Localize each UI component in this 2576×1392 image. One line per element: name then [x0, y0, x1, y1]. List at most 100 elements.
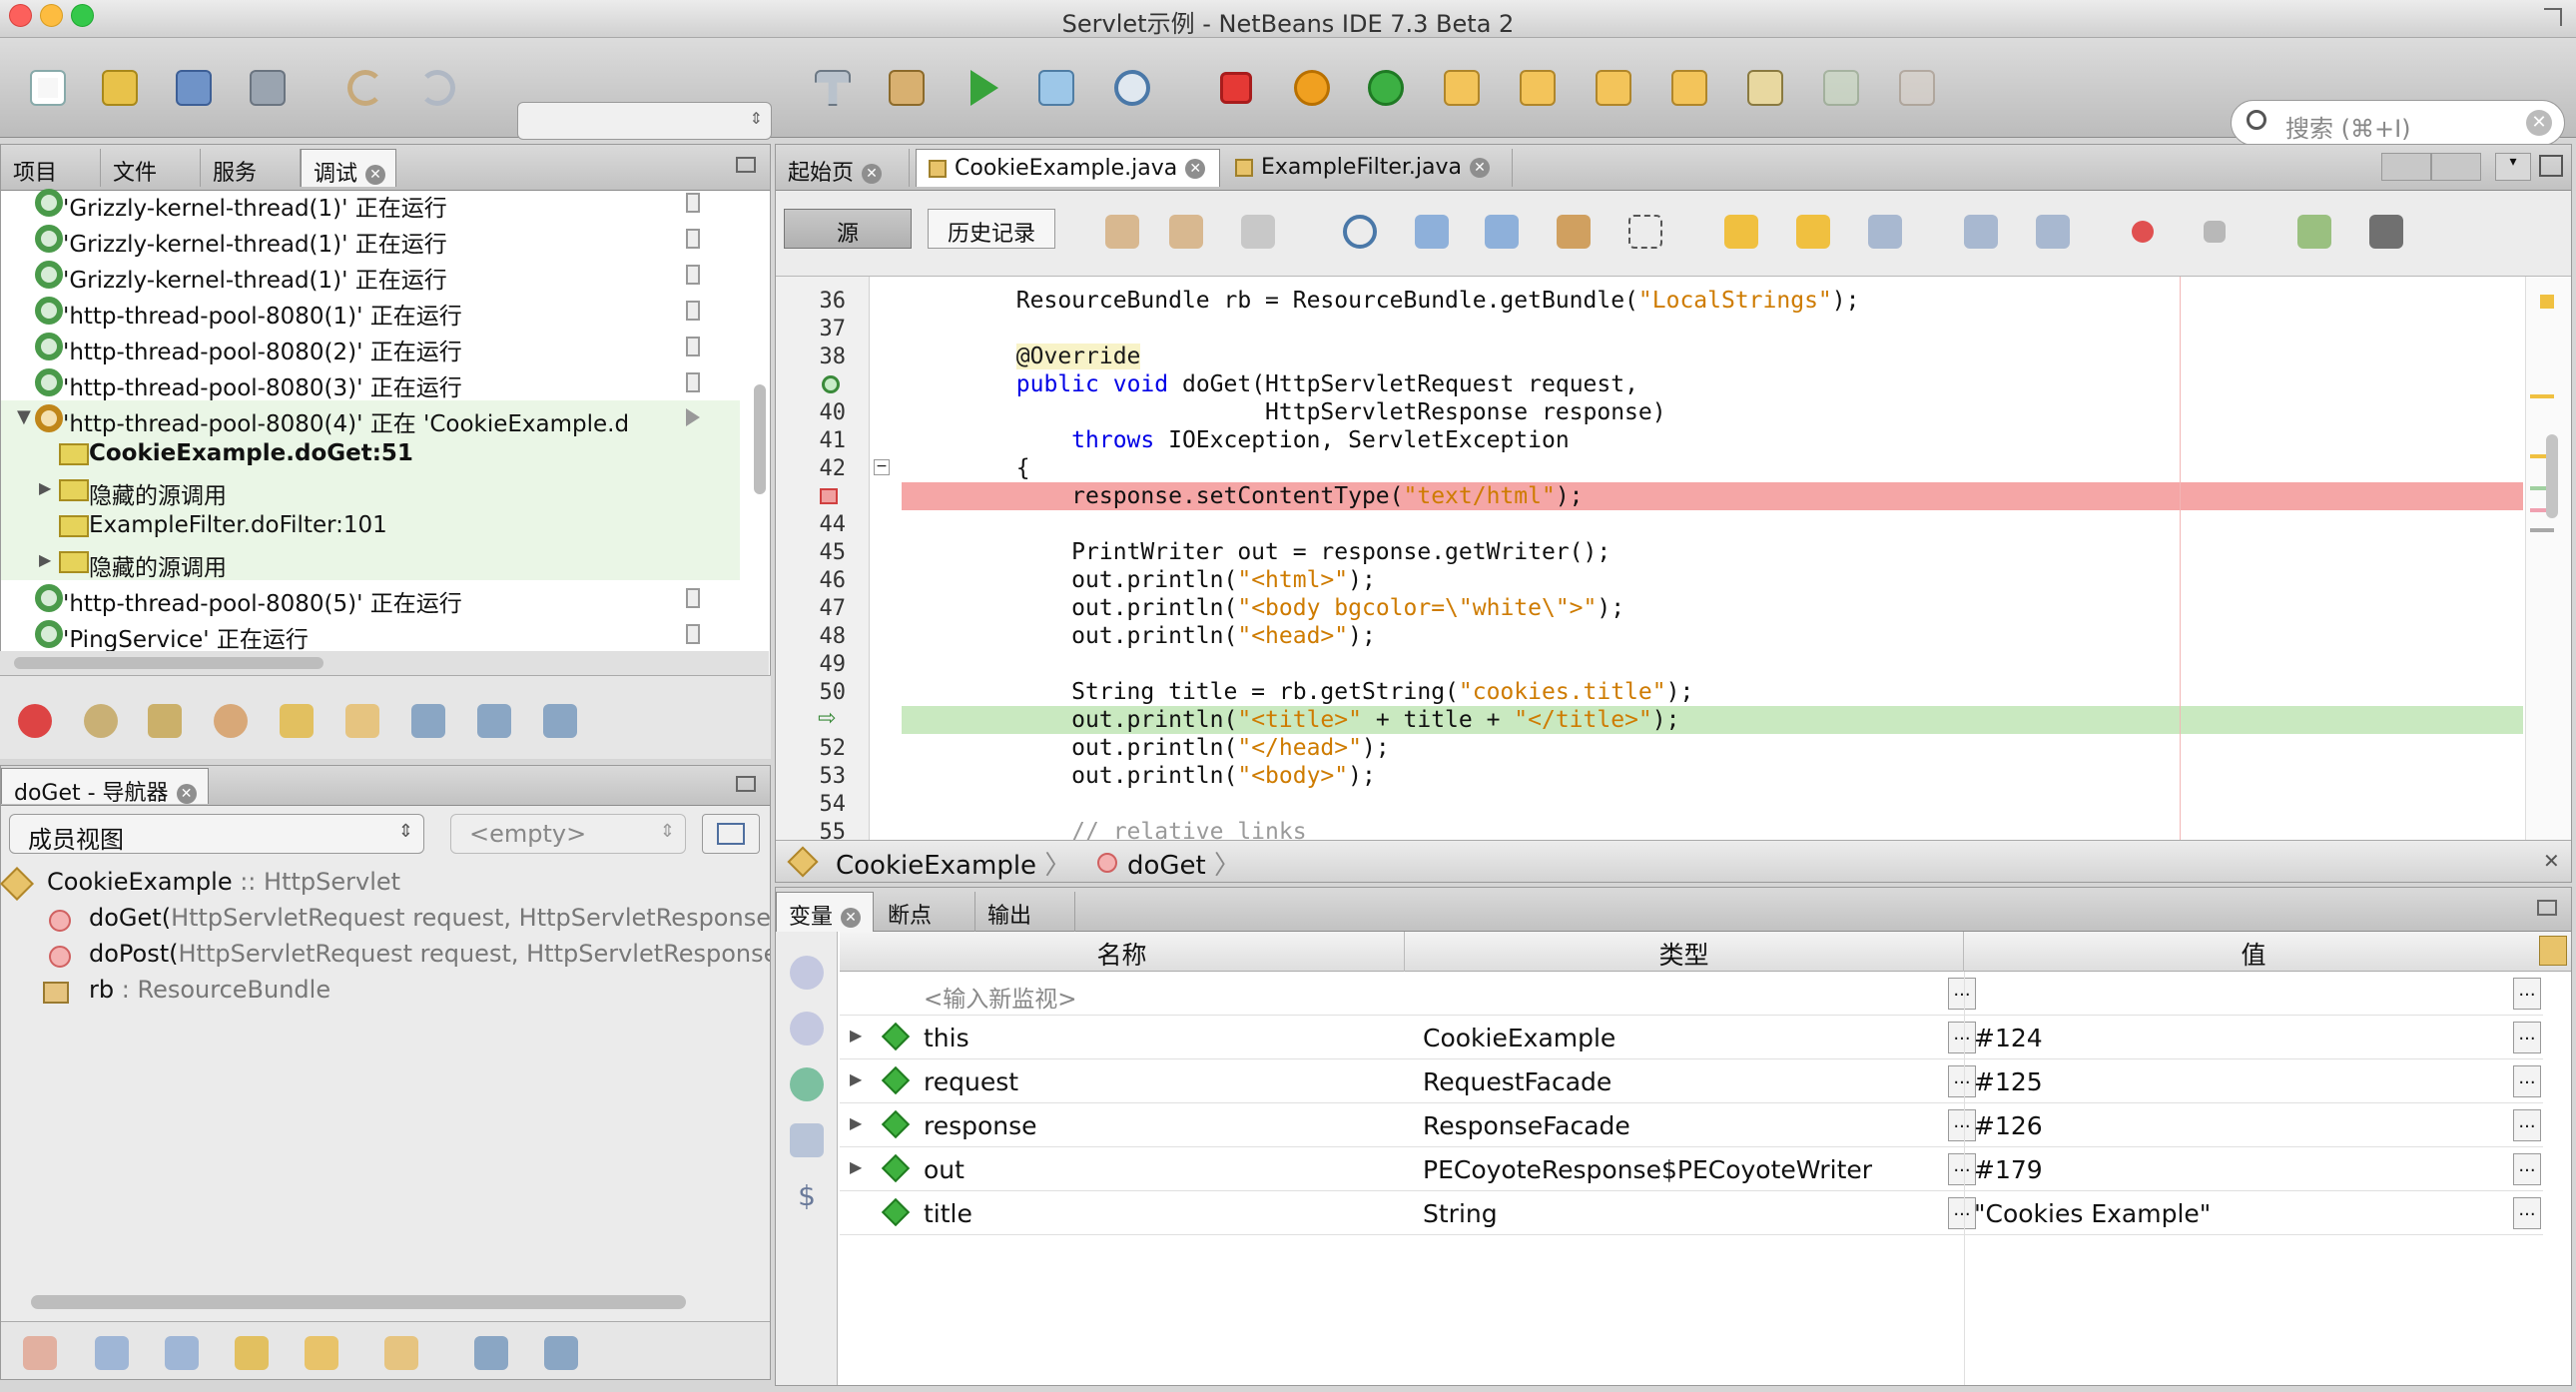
take-snapshot-button[interactable]	[1889, 60, 1945, 116]
uncomment-icon[interactable]	[2369, 215, 2403, 249]
scroll-tabs-left-icon[interactable]	[2381, 153, 2431, 181]
minimize-panel-icon[interactable]	[2537, 900, 2557, 916]
expand-arrow-icon[interactable]: ▶	[850, 1157, 862, 1176]
thread-row[interactable]: 'http-thread-pool-8080(5)' 正在运行	[1, 580, 740, 617]
search-field[interactable]: 搜索 (⌘+I)	[2231, 100, 2565, 146]
threads-icon[interactable]	[84, 704, 118, 738]
code-line[interactable]: 40 HttpServletResponse response)	[776, 398, 2523, 426]
lock-icon[interactable]	[280, 704, 314, 738]
shift-right-icon[interactable]	[2036, 215, 2070, 249]
tab-cookieexample-java[interactable]: CookieExample.java ✕	[916, 149, 1220, 187]
thread-row[interactable]: ExampleFilter.doFilter:101	[1, 508, 740, 544]
undo-button[interactable]	[337, 60, 393, 116]
configuration-combo[interactable]: ⇕	[517, 102, 772, 140]
new-project-button[interactable]	[92, 60, 148, 116]
value-detail-button[interactable]: ...	[2513, 1022, 2541, 1053]
class-node[interactable]: CookieExample :: HttpServlet	[47, 868, 400, 896]
expand-arrow-icon[interactable]: ▶	[850, 1113, 862, 1132]
close-tab-icon[interactable]: ✕	[176, 784, 197, 804]
variable-value[interactable]: "Cookies Example"	[1974, 1199, 2211, 1228]
show-system-threads-icon[interactable]	[543, 704, 577, 738]
profile-button[interactable]	[1104, 60, 1160, 116]
expand-arrow-icon[interactable]: ▶	[850, 1069, 862, 1088]
code-line[interactable]: 46 out.println("<html>");	[776, 566, 2523, 594]
thread-row[interactable]: ▶ 隐藏的源调用	[1, 544, 740, 581]
code-line[interactable]: 47 out.println("<body bgcolor=\"white\">…	[776, 594, 2523, 622]
thread-row[interactable]: CookieExample.doGet:51	[1, 436, 740, 472]
edit-value-button[interactable]: ...	[2513, 978, 2541, 1010]
code-line[interactable]: 42 − {	[776, 454, 2523, 482]
code-line[interactable]: 38 @Override	[776, 343, 2523, 370]
resume-thread-icon[interactable]	[18, 704, 52, 738]
member-doget[interactable]: doGet(HttpServletRequest request, HttpSe…	[89, 904, 770, 932]
type-detail-button[interactable]: ...	[1948, 1153, 1976, 1185]
show-inner-classes-icon[interactable]	[305, 1336, 338, 1370]
code-line[interactable]: response.setContentType("text/html");	[776, 482, 2523, 510]
thread-row[interactable]: 'http-thread-pool-8080(1)' 正在运行	[1, 293, 740, 330]
scroll-tabs-right-icon[interactable]	[2431, 153, 2481, 181]
show-static-icon[interactable]	[790, 1123, 824, 1157]
code-line[interactable]: public void doGet(HttpServletRequest req…	[776, 370, 2523, 398]
breadcrumb-method[interactable]: doGet 〉	[1127, 845, 1240, 882]
code-line[interactable]: 44	[776, 510, 2523, 538]
code-line[interactable]: 36 ResourceBundle rb = ResourceBundle.ge…	[776, 287, 2523, 315]
code-line[interactable]: 50 String title = rb.getString("cookies.…	[776, 678, 2523, 706]
variable-row[interactable]: ▶ request RequestFacade... #125...	[840, 1059, 2543, 1103]
show-nonpublic-icon[interactable]	[235, 1336, 269, 1370]
new-file-button[interactable]	[20, 60, 76, 116]
show-fields-icon[interactable]	[95, 1336, 129, 1370]
type-detail-button[interactable]: ...	[1948, 1109, 1976, 1141]
create-watch-icon[interactable]	[790, 956, 824, 990]
header-name[interactable]: 名称	[840, 932, 1405, 972]
redo-button[interactable]	[409, 60, 465, 116]
value-detail-button[interactable]: ...	[2513, 1109, 2541, 1141]
group-icon[interactable]	[477, 704, 511, 738]
value-detail-button[interactable]: ...	[2513, 1153, 2541, 1185]
code-line[interactable]: 52 out.println("</head>");	[776, 734, 2523, 762]
edit-watch-button[interactable]: ...	[1948, 978, 1976, 1010]
value-detail-button[interactable]: ...	[2513, 1065, 2541, 1097]
toggle-bookmark-icon[interactable]	[1868, 215, 1902, 249]
save-all-button[interactable]	[240, 60, 296, 116]
expand-all-icon[interactable]	[384, 1336, 418, 1370]
variable-row[interactable]: ▶ response ResponseFacade... #126...	[840, 1103, 2543, 1147]
rectangular-selection-icon[interactable]	[1628, 215, 1662, 249]
show-inherited-icon[interactable]	[23, 1336, 57, 1370]
thread-row[interactable]: ▼ 'http-thread-pool-8080(4)' 正在 'CookieEx…	[1, 400, 740, 437]
apply-code-changes-button[interactable]	[1813, 60, 1869, 116]
tab-breakpoints[interactable]: 断点	[876, 892, 975, 932]
code-area[interactable]: 36 ResourceBundle rb = ResourceBundle.ge…	[776, 277, 2571, 845]
member-rb[interactable]: rb : ResourceBundle	[89, 976, 330, 1004]
collapsed-arrow-icon[interactable]: ▶	[39, 478, 51, 497]
last-edit-icon[interactable]	[1105, 215, 1139, 249]
run-to-cursor-button[interactable]	[1737, 60, 1793, 116]
variable-row[interactable]: ▶ out PECoyoteResponse$PECoyoteWriter... #1…	[840, 1147, 2543, 1191]
run-button[interactable]	[957, 60, 1012, 116]
sort-icon[interactable]	[411, 704, 445, 738]
type-detail-button[interactable]: ...	[1948, 1022, 1976, 1053]
comment-icon[interactable]	[2297, 215, 2331, 249]
horizontal-scrollbar[interactable]	[31, 1295, 686, 1309]
tab-debugging[interactable]: 调试 ✕	[301, 149, 396, 187]
thread-row[interactable]: 'Grizzly-kernel-thread(1)' 正在运行	[1, 221, 740, 258]
tab-start-page[interactable]: 起始页 ✕	[776, 149, 910, 187]
maximize-window-icon[interactable]	[2539, 155, 2563, 177]
value-detail-button[interactable]: ...	[2513, 1197, 2541, 1229]
dollar-icon[interactable]: $	[790, 1179, 824, 1213]
start-macro-icon[interactable]	[2132, 221, 2154, 243]
clear-search-icon[interactable]: ✕	[2526, 110, 2552, 136]
code-line[interactable]: 54	[776, 790, 2523, 818]
tab-files[interactable]: 文件	[101, 149, 201, 187]
code-line[interactable]: 37	[776, 315, 2523, 343]
show-opened-documents-icon[interactable]: ▾	[2495, 153, 2531, 181]
history-button[interactable]: 历史记录	[928, 209, 1055, 249]
forward-icon[interactable]	[1241, 215, 1275, 249]
show-static-icon[interactable]	[165, 1336, 199, 1370]
shift-left-icon[interactable]	[1964, 215, 1998, 249]
minimize-panel-icon[interactable]	[736, 776, 756, 792]
new-watch-row[interactable]: <输入新监视> ... ...	[840, 972, 2543, 1016]
variable-value[interactable]: #125	[1974, 1067, 2043, 1096]
build-button[interactable]	[805, 60, 861, 116]
close-tab-icon[interactable]: ✕	[1185, 159, 1206, 179]
monitor-icon[interactable]	[345, 704, 379, 738]
